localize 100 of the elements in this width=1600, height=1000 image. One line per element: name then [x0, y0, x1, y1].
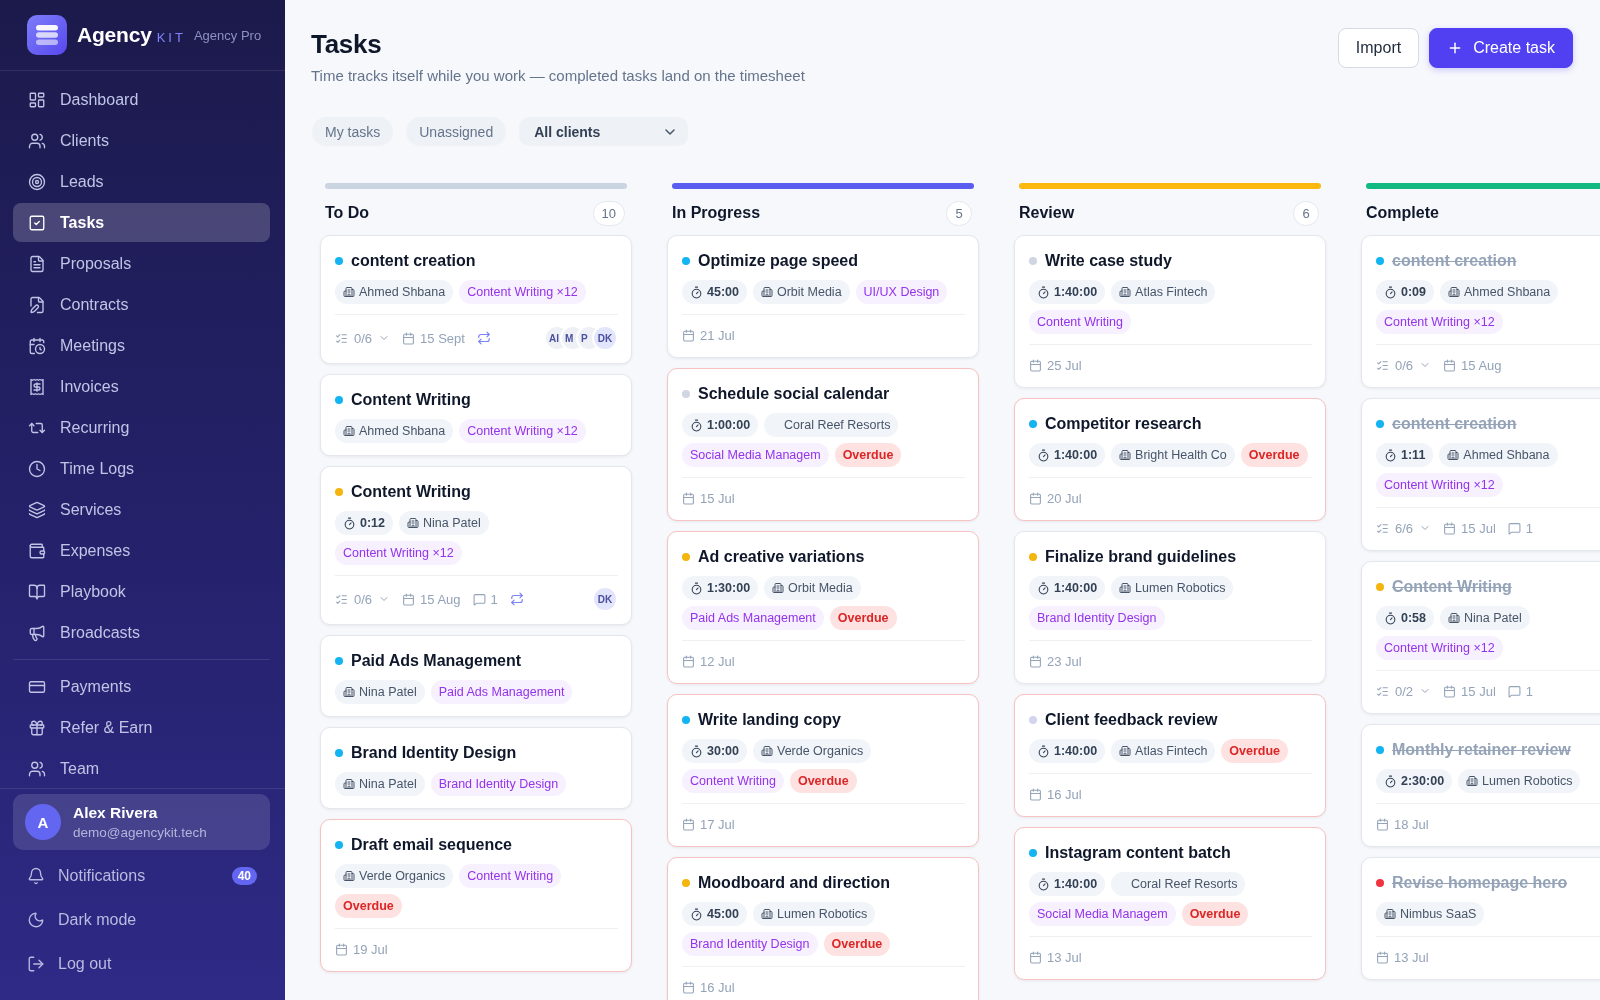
bell-icon: [27, 867, 45, 885]
users-icon: [28, 759, 46, 778]
nav-item[interactable]: Meetings: [13, 326, 270, 365]
brand-name: Agency: [77, 23, 152, 47]
building-icon: [761, 745, 773, 757]
task-card[interactable]: Content Writing 0:58 Nina Patel Content Writing ×12 0/2 15 Jul 1: [1361, 561, 1600, 714]
calendar-icon: [682, 817, 695, 831]
column-title: To Do: [325, 204, 370, 222]
task-card[interactable]: Paid Ads Management Nina Patel Paid Ads Management: [320, 635, 632, 717]
nav-item[interactable]: Broadcasts: [13, 613, 270, 652]
task-card[interactable]: content creation Ahmed Shbana Content Writing ×12 0/6 15 Sept AI M P DK: [320, 235, 632, 364]
client-name: Orbit Media: [777, 284, 842, 301]
plan-label: Agency Pro: [193, 27, 262, 43]
task-card[interactable]: content creation 1:11 Ahmed Shbana Content Writing ×12 6/6 15 Jul 1: [1361, 398, 1600, 551]
client-name: Ahmed Shbana: [1464, 284, 1551, 301]
nav-item[interactable]: Proposals: [13, 244, 270, 283]
task-card[interactable]: Instagram content batch 1:40:00 Coral Reef Resorts Social Media Managem Overdue 13 Jul: [1014, 827, 1326, 980]
due-date: 25 Jul: [1047, 357, 1082, 373]
time-spent: 1:40:00: [1054, 876, 1098, 893]
document-icon: [28, 254, 46, 273]
stopwatch-icon: [1037, 448, 1050, 462]
service-tag: Content Writing ×12: [335, 541, 462, 565]
stopwatch-icon: [1037, 581, 1050, 595]
nav-item[interactable]: Contracts: [13, 285, 270, 324]
filter-toggle[interactable]: Unassigned: [406, 117, 507, 146]
task-card[interactable]: Client feedback review 1:40:00 Atlas Fintech Overdue 16 Jul: [1014, 694, 1326, 817]
users-icon: [28, 131, 46, 150]
task-card[interactable]: Content Writing Ahmed Shbana Content Writing ×12: [320, 374, 632, 456]
gift-icon: [28, 718, 46, 737]
nav-item[interactable]: Leads: [13, 162, 270, 201]
task-card[interactable]: Monthly retainer review 2:30:00 Lumen Robotics 18 Jul: [1361, 724, 1600, 847]
due-date: 23 Jul: [1047, 653, 1082, 669]
page-title: Tasks: [311, 28, 383, 60]
task-card[interactable]: Schedule social calendar 1:00:00 Coral Reef Resorts Social Media Managem Overdue 15 Jul: [667, 368, 979, 521]
client-name: Nina Patel: [423, 515, 481, 532]
task-card[interactable]: Finalize brand guidelines 1:40:00 Lumen Robotics Brand Identity Design 23 Jul: [1014, 531, 1326, 684]
time-spent: 1:40:00: [1054, 447, 1098, 464]
task-card[interactable]: Optimize page speed 45:00 Orbit Media UI/UX Design 21 Jul: [667, 235, 979, 358]
task-card[interactable]: Ad creative variations 1:30:00 Orbit Media Paid Ads Management Overdue 12 Jul: [667, 531, 979, 684]
page-subtitle: Time tracks itself while you work — completed tasks land on the timesheet: [311, 66, 805, 86]
nav-item[interactable]: Services: [13, 490, 270, 529]
nav-item[interactable]: Dashboard: [13, 80, 270, 119]
task-card[interactable]: content creation 0:09 Ahmed Shbana Content Writing ×12 0/6 15 Aug: [1361, 235, 1600, 388]
task-title: content creation: [1392, 415, 1517, 433]
nav-item[interactable]: Clients: [13, 121, 270, 160]
checkbox-icon: [28, 213, 46, 232]
client-name: Verde Organics: [777, 743, 864, 760]
service-tag: Brand Identity Design: [430, 772, 567, 796]
dashboard-icon: [28, 90, 46, 109]
calendar-icon: [1443, 521, 1457, 535]
sidebar-link[interactable]: Dark mode: [13, 900, 270, 940]
client-select[interactable]: All clients: [519, 117, 689, 146]
overdue-tag: Overdue: [823, 932, 891, 956]
stopwatch-icon: [1037, 285, 1050, 299]
sidebar-link[interactable]: Log out: [13, 944, 270, 984]
nav-item[interactable]: Time Logs: [13, 449, 270, 488]
task-card[interactable]: Revise homepage hero Nimbus SaaS 13 Jul: [1361, 857, 1600, 980]
filter-toggle[interactable]: My tasks: [312, 117, 394, 146]
import-button[interactable]: Import: [1337, 28, 1420, 68]
task-card[interactable]: Competitor research 1:40:00 Bright Health Co Overdue 20 Jul: [1014, 398, 1326, 521]
building-icon: [1448, 612, 1461, 624]
checklist-icon: [1376, 521, 1389, 535]
sidebar-link[interactable]: Notifications 40: [13, 856, 270, 896]
client-name: Lumen Robotics: [777, 906, 868, 923]
nav-item[interactable]: Payments: [13, 667, 270, 706]
due-date: 19 Jul: [353, 941, 388, 957]
column-title: Review: [1019, 204, 1075, 222]
building-icon: [343, 870, 355, 882]
overdue-tag: Overdue: [335, 894, 402, 918]
calendar-icon: [682, 328, 695, 342]
nav-item[interactable]: Recurring: [13, 408, 270, 447]
client-name: Lumen Robotics: [1482, 773, 1573, 790]
due-date: 13 Jul: [1394, 949, 1429, 965]
due-date: 17 Jul: [700, 816, 735, 832]
task-title: Revise homepage hero: [1392, 874, 1568, 892]
due-date: 13 Jul: [1047, 949, 1082, 965]
task-card[interactable]: Content Writing 0:12 Nina Patel Content Writing ×12 0/6 15 Aug 1 DK: [320, 466, 632, 625]
user-avatar: A: [25, 804, 61, 840]
task-card[interactable]: Write landing copy 30:00 Verde Organics Content Writing Overdue 17 Jul: [667, 694, 979, 847]
nav-item[interactable]: Invoices: [13, 367, 270, 406]
calendar-icon: [682, 654, 695, 668]
nav-item[interactable]: Playbook: [13, 572, 270, 611]
task-title: Draft email sequence: [351, 836, 512, 854]
service-tag: Content Writing ×12: [459, 280, 586, 304]
task-card[interactable]: Draft email sequence Verde Organics Content Writing Overdue 19 Jul: [320, 819, 632, 972]
overdue-tag: Overdue: [834, 443, 902, 467]
nav-item[interactable]: Team: [13, 749, 270, 788]
nav-item[interactable]: Expenses: [13, 531, 270, 570]
service-tag: Content Writing ×12: [1376, 473, 1503, 497]
nav-item[interactable]: Tasks: [13, 203, 270, 242]
task-card[interactable]: Brand Identity Design Nina Patel Brand Identity Design: [320, 727, 632, 809]
stopwatch-icon: [690, 907, 703, 921]
stopwatch-icon: [1037, 877, 1050, 891]
calendar-icon: [335, 942, 348, 956]
service-tag: Content Writing ×12: [1376, 310, 1503, 334]
create-button[interactable]: Create task: [1429, 28, 1573, 68]
task-card[interactable]: Moodboard and direction 45:00 Lumen Robotics Brand Identity Design Overdue 16 Jul: [667, 857, 979, 1000]
nav-item[interactable]: Refer & Earn: [13, 708, 270, 747]
overdue-tag: Overdue: [829, 606, 897, 630]
task-card[interactable]: Write case study 1:40:00 Atlas Fintech Content Writing 25 Jul: [1014, 235, 1326, 388]
